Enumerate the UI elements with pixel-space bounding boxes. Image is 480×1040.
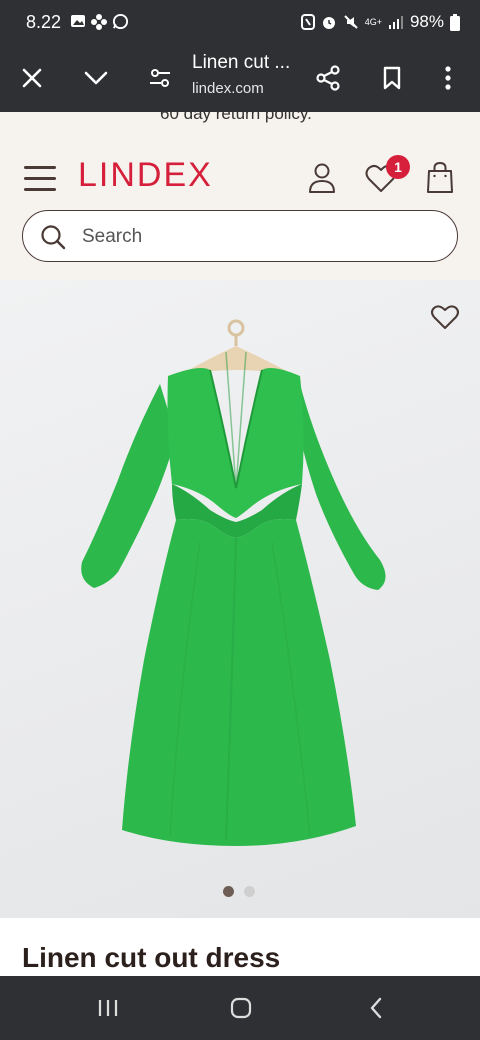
back-icon — [370, 997, 382, 1019]
share-button[interactable] — [308, 58, 348, 98]
share-icon — [316, 65, 340, 91]
gallery-icon — [71, 15, 85, 27]
cart-button[interactable] — [422, 160, 458, 196]
search-placeholder: Search — [82, 226, 143, 247]
minimize-button[interactable] — [76, 58, 116, 98]
account-button[interactable] — [304, 160, 340, 196]
recent-apps-button[interactable] — [88, 992, 128, 1024]
home-icon — [230, 997, 252, 1019]
promo-text: 60 day return policy. — [160, 112, 312, 123]
notification-icons — [70, 13, 129, 31]
home-button[interactable] — [221, 992, 261, 1024]
bookmark-button[interactable] — [372, 58, 412, 98]
wishlist-count-badge: 1 — [386, 155, 410, 179]
site-header: LINDEX 1 Search — [0, 130, 480, 280]
status-bar: 8.22 4G+ 98% — [0, 0, 480, 44]
search-icon — [41, 225, 66, 250]
system-status-icons: 4G+ 98% — [300, 12, 460, 32]
dress-image — [81, 319, 386, 846]
close-icon — [22, 68, 42, 88]
close-tab-button[interactable] — [12, 58, 52, 98]
recent-apps-icon — [98, 1000, 118, 1016]
more-vert-icon — [445, 66, 451, 90]
promo-banner: 60 day return policy. — [0, 112, 480, 130]
carousel-indicators — [223, 886, 255, 897]
more-options-button[interactable] — [428, 58, 468, 98]
mute-icon — [343, 15, 358, 29]
web-page: 60 day return policy. LINDEX 1 Search Li… — [0, 112, 480, 976]
signal-icon — [388, 16, 403, 29]
battery-percent: 98% — [409, 12, 444, 31]
bookmark-icon — [383, 66, 401, 90]
search-input[interactable]: Search — [22, 210, 458, 262]
whatsapp-icon — [112, 13, 129, 30]
nfc-icon — [300, 14, 315, 30]
network-type: 4G+ — [364, 17, 382, 27]
site-settings-button[interactable] — [140, 58, 180, 98]
chevron-down-icon — [84, 71, 108, 85]
product-title: Linen cut out dress — [22, 942, 281, 973]
lindex-logo[interactable]: LINDEX — [78, 156, 213, 195]
system-nav-bar — [0, 976, 480, 1040]
alarm-icon — [322, 17, 335, 29]
shopping-bag-icon — [427, 161, 453, 193]
carousel-dot-2[interactable] — [244, 886, 255, 897]
user-icon — [309, 163, 335, 193]
menu-button[interactable] — [24, 166, 56, 192]
page-url: lindex.com — [192, 80, 264, 97]
heart-outline-icon — [431, 305, 459, 329]
status-time: 8.22 — [26, 12, 62, 32]
page-title: Linen cut ... — [192, 52, 291, 73]
product-image-carousel[interactable] — [0, 280, 480, 918]
carousel-dot-1[interactable] — [223, 886, 234, 897]
battery-icon — [450, 13, 460, 31]
tune-icon — [150, 69, 170, 87]
custom-tab-toolbar: Linen cut ... lindex.com — [0, 44, 480, 112]
flower-icon — [91, 14, 107, 30]
add-to-wishlist-button[interactable] — [430, 303, 460, 336]
back-button[interactable] — [356, 992, 396, 1024]
